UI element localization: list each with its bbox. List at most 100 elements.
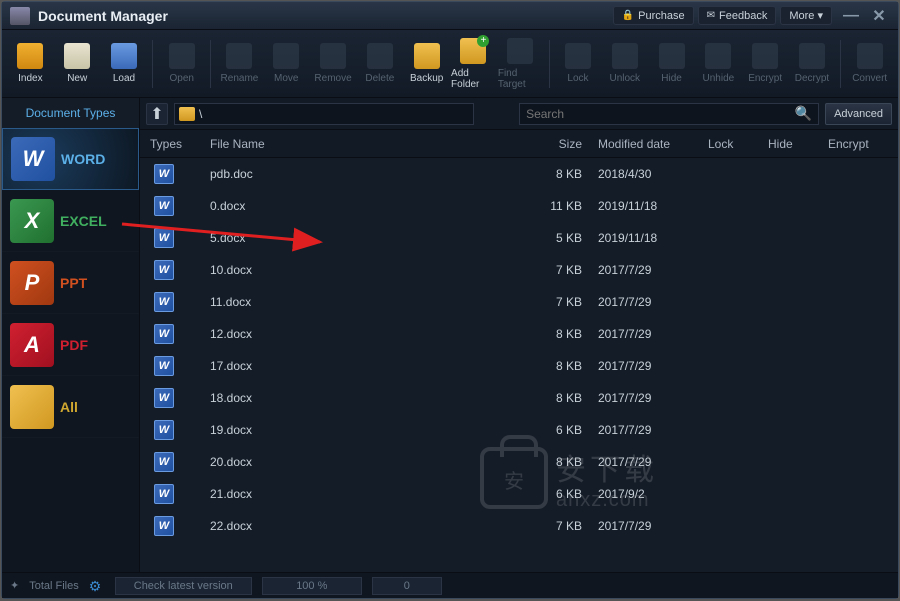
gear-icon[interactable]: ⚙: [89, 578, 105, 594]
word-file-icon: [154, 452, 174, 472]
tool-delete: Delete: [357, 34, 402, 94]
file-row[interactable]: 12.docx8 KB2017/7/29: [140, 318, 898, 350]
sidebar-item-pdf[interactable]: A PDF: [2, 314, 139, 376]
file-row[interactable]: 10.docx7 KB2017/7/29: [140, 254, 898, 286]
tool-unlock: Unlock: [602, 34, 647, 94]
tool-load[interactable]: Load: [102, 34, 147, 94]
load-icon: [111, 43, 137, 69]
title-link-more[interactable]: More ▾: [780, 6, 832, 25]
tool-find-target: Find Target: [498, 34, 543, 94]
statusbar: ✦ Total Files ⚙ Check latest version 100…: [2, 572, 898, 598]
title-link-feedback[interactable]: ✉Feedback: [698, 6, 777, 25]
sidebar-item-all[interactable]: All: [2, 376, 139, 438]
file-size: 7 KB: [528, 263, 598, 277]
file-row[interactable]: 5.docx5 KB2019/11/18: [140, 222, 898, 254]
sidebar-item-ppt[interactable]: PPPT: [2, 252, 139, 314]
file-date: 2017/7/29: [598, 295, 708, 309]
file-row[interactable]: 17.docx8 KB2017/7/29: [140, 350, 898, 382]
tool-new[interactable]: New: [55, 34, 100, 94]
encrypt-icon: [752, 43, 778, 69]
all-icon: [10, 385, 54, 429]
pdf-icon: A: [10, 323, 54, 367]
file-name: 0.docx: [210, 199, 528, 213]
file-name: 21.docx: [210, 487, 528, 501]
word-file-icon: [154, 260, 174, 280]
file-row[interactable]: 21.docx6 KB2017/9/2: [140, 478, 898, 510]
search-input[interactable]: [526, 107, 795, 121]
path-input[interactable]: \: [174, 103, 474, 125]
hide-icon: [659, 43, 685, 69]
app-logo-icon: [10, 7, 30, 25]
title-link-purchase[interactable]: 🔒Purchase: [613, 6, 694, 25]
minimize-button[interactable]: —: [840, 7, 862, 25]
remove-icon: [320, 43, 346, 69]
total-files-icon: ✦: [10, 579, 19, 592]
file-row[interactable]: 19.docx6 KB2017/7/29: [140, 414, 898, 446]
file-size: 7 KB: [528, 295, 598, 309]
file-date: 2017/7/29: [598, 359, 708, 373]
tool-move: Move: [264, 34, 309, 94]
sidebar-item-word[interactable]: WWORD: [2, 128, 139, 190]
file-date: 2019/11/18: [598, 231, 708, 245]
folder-icon: [179, 107, 195, 121]
file-date: 2017/7/29: [598, 455, 708, 469]
word-icon: W: [11, 137, 55, 181]
file-row[interactable]: 20.docx8 KB2017/7/29: [140, 446, 898, 478]
col-lock[interactable]: Lock: [708, 137, 768, 151]
col-enc[interactable]: Encrypt: [828, 137, 888, 151]
backup-icon: [414, 43, 440, 69]
file-grid[interactable]: 安下载 anxz.com pdb.doc8 KB2018/4/300.docx1…: [140, 158, 898, 572]
lock-icon: [565, 43, 591, 69]
col-name[interactable]: File Name: [210, 137, 528, 151]
word-file-icon: [154, 388, 174, 408]
file-size: 5 KB: [528, 231, 598, 245]
tool-add-folder[interactable]: +Add Folder: [451, 34, 496, 94]
sidebar-title: Document Types: [2, 98, 139, 128]
file-size: 8 KB: [528, 167, 598, 181]
check-version-button[interactable]: Check latest version: [115, 577, 252, 595]
col-date[interactable]: Modified date: [598, 137, 708, 151]
add-folder-icon: +: [460, 38, 486, 64]
file-size: 7 KB: [528, 519, 598, 533]
main-panel: ⬆ \ 🔍 Advanced Types File Name Size Modi…: [140, 98, 898, 572]
file-name: 20.docx: [210, 455, 528, 469]
tool-index[interactable]: Index: [8, 34, 53, 94]
tool-convert: Convert: [847, 34, 892, 94]
file-row[interactable]: pdb.doc8 KB2018/4/30: [140, 158, 898, 190]
tool-rename: Rename: [217, 34, 262, 94]
delete-icon: [367, 43, 393, 69]
file-size: 6 KB: [528, 423, 598, 437]
toolbar: IndexNewLoadOpenRenameMoveRemoveDeleteBa…: [2, 30, 898, 98]
up-button[interactable]: ⬆: [146, 103, 168, 125]
file-row[interactable]: 22.docx7 KB2017/7/29: [140, 510, 898, 542]
col-types[interactable]: Types: [150, 137, 210, 151]
close-button[interactable]: ✕: [868, 7, 890, 25]
file-date: 2017/7/29: [598, 263, 708, 277]
find-target-icon: [507, 38, 533, 64]
advanced-button[interactable]: Advanced: [825, 103, 892, 125]
new-icon: [64, 43, 90, 69]
file-date: 2017/7/29: [598, 327, 708, 341]
sidebar: Document Types WWORDXEXCELPPPT A PDF All: [2, 98, 140, 572]
search-icon[interactable]: 🔍: [795, 105, 812, 122]
rename-icon: [226, 43, 252, 69]
file-size: 8 KB: [528, 455, 598, 469]
word-file-icon: [154, 324, 174, 344]
file-row[interactable]: 11.docx7 KB2017/7/29: [140, 286, 898, 318]
col-size[interactable]: Size: [528, 137, 598, 151]
file-name: pdb.doc: [210, 167, 528, 181]
sidebar-item-excel[interactable]: XEXCEL: [2, 190, 139, 252]
word-file-icon: [154, 420, 174, 440]
file-date: 2017/9/2: [598, 487, 708, 501]
file-row[interactable]: 18.docx8 KB2017/7/29: [140, 382, 898, 414]
search-box[interactable]: 🔍: [519, 103, 819, 125]
file-size: 8 KB: [528, 391, 598, 405]
file-date: 2017/7/29: [598, 391, 708, 405]
tool-backup[interactable]: Backup: [404, 34, 449, 94]
sidebar-item-label: PDF: [60, 337, 88, 353]
file-row[interactable]: 0.docx11 KB2019/11/18: [140, 190, 898, 222]
file-date: 2017/7/29: [598, 519, 708, 533]
col-hide[interactable]: Hide: [768, 137, 828, 151]
file-date: 2019/11/18: [598, 199, 708, 213]
file-name: 18.docx: [210, 391, 528, 405]
